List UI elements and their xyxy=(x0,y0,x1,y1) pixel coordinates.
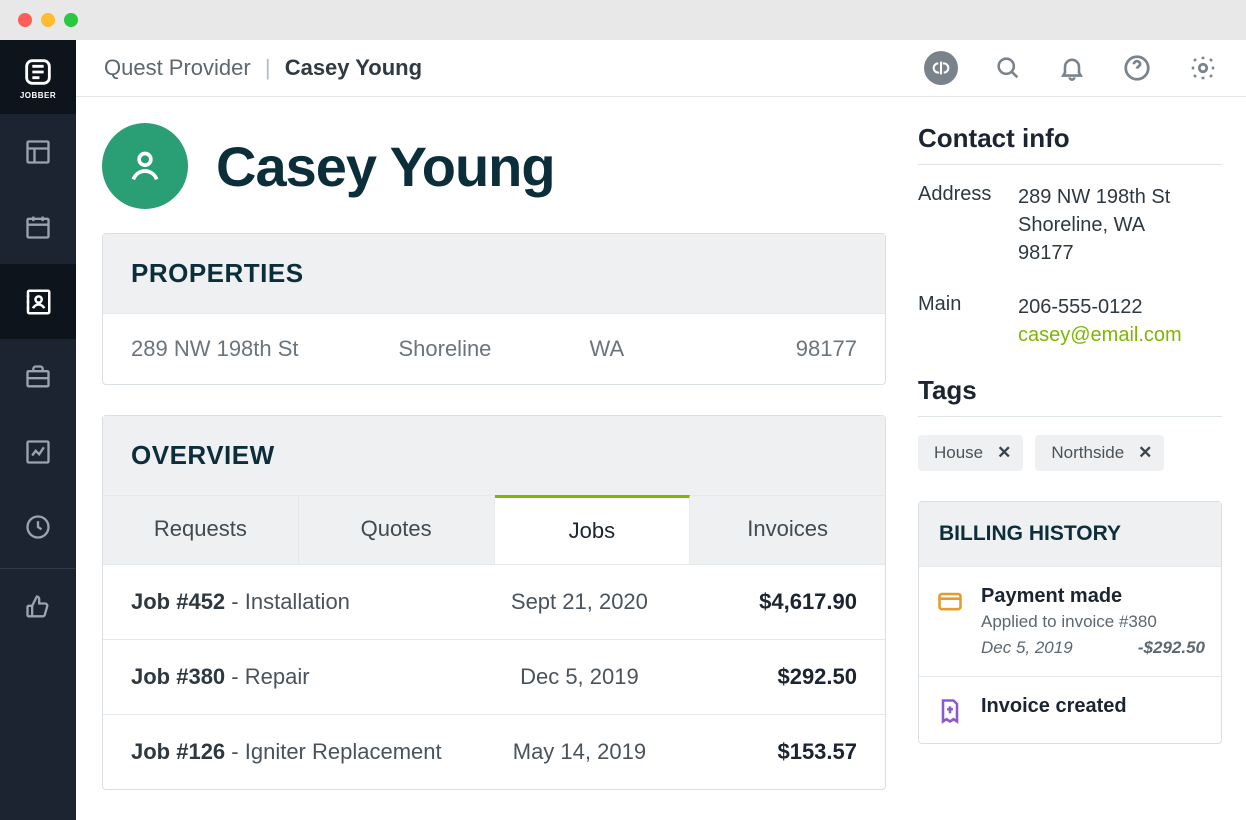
thumbs-up-icon xyxy=(24,593,52,621)
search-button[interactable] xyxy=(994,54,1022,82)
tag-chip[interactable]: Northside ✕ xyxy=(1035,435,1164,471)
property-zip: 98177 xyxy=(742,336,857,362)
job-amount: $4,617.90 xyxy=(686,589,857,615)
billing-item[interactable]: Invoice created xyxy=(919,676,1221,743)
help-icon xyxy=(1122,53,1152,83)
quickbooks-icon xyxy=(924,51,958,85)
dashboard-icon xyxy=(24,138,52,166)
window-close-button[interactable] xyxy=(18,13,32,27)
billing-item-amount: -$292.50 xyxy=(1138,638,1205,658)
breadcrumb: Quest Provider | Casey Young xyxy=(104,55,422,81)
overview-panel: OVERVIEW Requests Quotes Jobs Invoices J… xyxy=(102,415,886,790)
address-line1: 289 NW 198th St xyxy=(1018,183,1222,211)
gear-icon xyxy=(1188,53,1218,83)
property-city: Shoreline xyxy=(398,336,589,362)
window-minimize-button[interactable] xyxy=(41,13,55,27)
address-line2: Shoreline, WA xyxy=(1018,211,1222,239)
job-row[interactable]: Job #126 - Igniter Replacement May 14, 2… xyxy=(103,714,885,789)
logo-icon xyxy=(21,55,55,89)
contacts-icon xyxy=(23,287,53,317)
tags-row: House ✕ Northside ✕ xyxy=(918,435,1222,471)
breadcrumb-company[interactable]: Quest Provider xyxy=(104,55,251,80)
tag-label: Northside xyxy=(1035,435,1134,471)
job-row[interactable]: Job #452 - Installation Sept 21, 2020 $4… xyxy=(103,564,885,639)
help-button[interactable] xyxy=(1122,53,1152,83)
billing-item[interactable]: Payment made Applied to invoice #380 Dec… xyxy=(919,566,1221,676)
search-icon xyxy=(994,54,1022,82)
contact-info-heading: Contact info xyxy=(918,123,1222,154)
settings-button[interactable] xyxy=(1188,53,1218,83)
calendar-icon xyxy=(24,213,52,241)
nav-calendar[interactable] xyxy=(0,189,76,264)
overview-heading: OVERVIEW xyxy=(103,416,885,495)
property-street: 289 NW 198th St xyxy=(131,336,398,362)
notifications-button[interactable] xyxy=(1058,54,1086,82)
overview-tabs: Requests Quotes Jobs Invoices xyxy=(103,495,885,564)
contact-main-row: Main 206-555-0122 casey@email.com xyxy=(918,293,1222,349)
tab-invoices[interactable]: Invoices xyxy=(690,496,885,564)
nav-feedback[interactable] xyxy=(0,569,76,644)
tag-remove-icon[interactable]: ✕ xyxy=(1134,443,1164,463)
bell-icon xyxy=(1058,54,1086,82)
nav-reports[interactable] xyxy=(0,414,76,489)
property-row[interactable]: 289 NW 198th St Shoreline WA 98177 xyxy=(103,313,885,384)
client-name: Casey Young xyxy=(216,134,555,199)
job-desc: Repair xyxy=(245,664,310,689)
person-icon xyxy=(125,146,165,186)
billing-history-panel: BILLING HISTORY Payment made Applied to … xyxy=(918,501,1222,744)
job-amount: $153.57 xyxy=(686,739,857,765)
chart-icon xyxy=(24,438,52,466)
main-label: Main xyxy=(918,293,1018,349)
tag-chip[interactable]: House ✕ xyxy=(918,435,1023,471)
invoice-icon xyxy=(936,697,964,725)
phone-value: 206-555-0122 xyxy=(1018,293,1222,321)
avatar xyxy=(102,123,188,209)
nav-work[interactable] xyxy=(0,339,76,414)
billing-item-title: Invoice created xyxy=(981,695,1205,718)
job-date: Dec 5, 2019 xyxy=(473,664,687,690)
email-link[interactable]: casey@email.com xyxy=(1018,321,1222,349)
contact-address-row: Address 289 NW 198th St Shoreline, WA 98… xyxy=(918,183,1222,267)
job-desc: Igniter Replacement xyxy=(245,739,442,764)
sidebar: JOBBER xyxy=(0,40,76,820)
tab-jobs[interactable]: Jobs xyxy=(495,495,691,564)
tab-requests[interactable]: Requests xyxy=(103,496,299,564)
job-amount: $292.50 xyxy=(686,664,857,690)
topbar: Quest Provider | Casey Young xyxy=(76,40,1246,97)
client-header: Casey Young xyxy=(102,123,886,209)
properties-panel: PROPERTIES 289 NW 198th St Shoreline WA … xyxy=(102,233,886,385)
job-desc: Installation xyxy=(245,589,350,614)
billing-heading: BILLING HISTORY xyxy=(919,502,1221,566)
job-id: Job #126 xyxy=(131,739,225,764)
tag-label: House xyxy=(918,435,993,471)
nav-dashboard[interactable] xyxy=(0,114,76,189)
properties-heading: PROPERTIES xyxy=(103,234,885,313)
job-id: Job #452 xyxy=(131,589,225,614)
quickbooks-button[interactable] xyxy=(924,51,958,85)
address-zip: 98177 xyxy=(1018,239,1222,267)
window-maximize-button[interactable] xyxy=(64,13,78,27)
job-id: Job #380 xyxy=(131,664,225,689)
app-logo[interactable]: JOBBER xyxy=(0,40,76,114)
job-row[interactable]: Job #380 - Repair Dec 5, 2019 $292.50 xyxy=(103,639,885,714)
breadcrumb-client: Casey Young xyxy=(285,55,422,80)
nav-clients[interactable] xyxy=(0,264,76,339)
billing-item-date: Dec 5, 2019 xyxy=(981,638,1073,658)
briefcase-icon xyxy=(24,363,52,391)
breadcrumb-separator: | xyxy=(265,55,271,80)
address-label: Address xyxy=(918,183,1018,267)
job-date: May 14, 2019 xyxy=(473,739,687,765)
job-date: Sept 21, 2020 xyxy=(473,589,687,615)
logo-text: JOBBER xyxy=(20,91,56,100)
nav-timesheet[interactable] xyxy=(0,489,76,564)
tab-quotes[interactable]: Quotes xyxy=(299,496,495,564)
billing-item-title: Payment made xyxy=(981,585,1205,608)
tags-heading: Tags xyxy=(918,375,1222,406)
billing-item-sub: Applied to invoice #380 xyxy=(981,612,1205,632)
tag-remove-icon[interactable]: ✕ xyxy=(993,443,1023,463)
clock-icon xyxy=(24,513,52,541)
credit-card-icon xyxy=(936,587,964,615)
property-state: WA xyxy=(590,336,743,362)
window-titlebar xyxy=(0,0,1246,40)
